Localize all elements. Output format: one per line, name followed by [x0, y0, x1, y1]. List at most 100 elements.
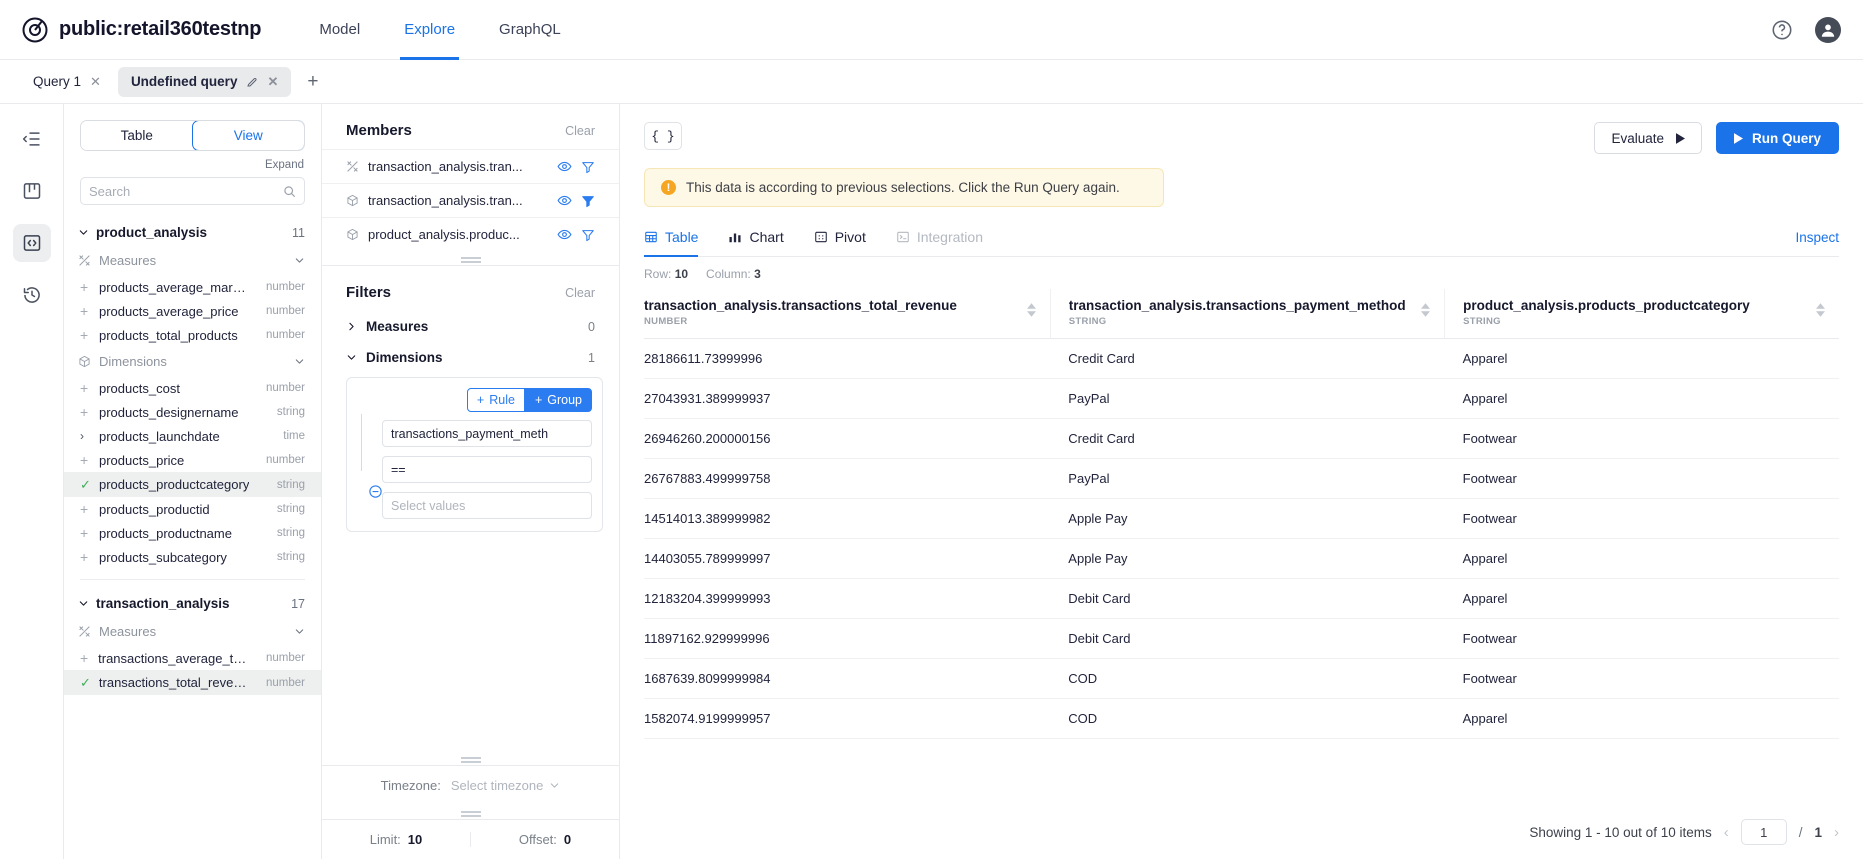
top-bar-actions	[1771, 16, 1841, 43]
page-input[interactable]: 1	[1740, 819, 1787, 845]
chevron-left-icon[interactable]: ‹	[1724, 824, 1729, 841]
eye-icon[interactable]	[557, 159, 572, 174]
close-icon[interactable]: ✕	[267, 75, 278, 88]
group-measures[interactable]: Measures	[64, 617, 321, 646]
nav-explore[interactable]: Explore	[382, 0, 477, 60]
chevron-down-icon	[549, 780, 560, 791]
rule-field-select[interactable]: transactions_payment_meth	[382, 420, 592, 447]
nav-graphql[interactable]: GraphQL	[477, 0, 583, 60]
terminal-icon	[896, 230, 910, 244]
member-row[interactable]: transaction_analysis.tran...	[322, 183, 619, 217]
plus-icon: +	[476, 393, 485, 407]
search-input[interactable]	[89, 183, 277, 199]
member-products-productname[interactable]: + products_productname string	[64, 521, 321, 545]
limit-resize-handle[interactable]	[322, 805, 619, 819]
member-products-price[interactable]: + products_price number	[64, 448, 321, 472]
run-query-button[interactable]: Run Query	[1715, 122, 1839, 154]
column-header-product-category[interactable]: product_analysis.products_productcategor…	[1444, 289, 1839, 339]
table-row: 26767883.499999758 PayPal Footwear	[644, 458, 1839, 499]
chevron-down-icon	[294, 255, 305, 266]
member-products-average-margin[interactable]: + products_average_margin number	[64, 275, 321, 299]
project-name: public:retail360testnp	[59, 18, 262, 40]
query-tab-1[interactable]: Query 1 ✕	[20, 67, 114, 97]
member-label: transactions_total_revenue	[98, 675, 250, 690]
tab-pivot[interactable]: Pivot	[814, 229, 866, 256]
member-products-productcategory[interactable]: ✓ products_productcategory string	[64, 472, 321, 497]
plus-icon: +	[80, 380, 89, 396]
member-transactions-total-revenue[interactable]: ✓ transactions_total_revenue number	[64, 670, 321, 695]
sort-icon[interactable]	[1026, 303, 1036, 317]
group-dimensions[interactable]: Dimensions	[64, 347, 321, 376]
group-measures[interactable]: Measures	[64, 246, 321, 275]
filters-resize-handle[interactable]	[322, 751, 619, 765]
column-header-payment-method[interactable]: transaction_analysis.transactions_paymen…	[1049, 289, 1445, 339]
rule-operator-select[interactable]: ==	[382, 456, 592, 483]
members-clear-button[interactable]: Clear	[565, 124, 595, 138]
filter-icon-active[interactable]	[581, 194, 595, 208]
tab-chart[interactable]: Chart	[728, 229, 784, 256]
limit-field[interactable]: Limit: 10	[322, 832, 470, 847]
member-products-designername[interactable]: + products_designername string	[64, 400, 321, 424]
cell-revenue: 14403055.789999997	[644, 538, 1051, 579]
filter-group-label: Measures	[366, 319, 429, 334]
history-icon[interactable]	[13, 276, 51, 314]
member-row[interactable]: transaction_analysis.tran...	[322, 149, 619, 183]
filter-icon[interactable]	[581, 160, 595, 174]
offset-field[interactable]: Offset: 0	[470, 832, 619, 847]
eye-icon[interactable]	[557, 227, 572, 242]
measures-icon	[78, 254, 91, 267]
inspect-link[interactable]: Inspect	[1795, 230, 1839, 256]
column-header-total-revenue[interactable]: transaction_analysis.transactions_total_…	[644, 289, 1051, 339]
add-group-button[interactable]: + Group	[524, 388, 592, 412]
remove-rule-icon[interactable]	[368, 484, 383, 499]
member-products-cost[interactable]: + products_cost number	[64, 376, 321, 400]
code-icon[interactable]	[12, 224, 51, 262]
brand[interactable]: public:retail360testnp	[22, 17, 262, 43]
evaluate-button[interactable]: Evaluate	[1594, 122, 1702, 154]
sort-icon[interactable]	[1421, 303, 1431, 317]
cell-payment-method: Credit Card	[1050, 338, 1445, 379]
chevron-right-icon[interactable]: ›	[1834, 824, 1839, 841]
member-products-subcategory[interactable]: + products_subcategory string	[64, 545, 321, 569]
sort-icon[interactable]	[1816, 303, 1825, 317]
collapse-sidebar-icon[interactable]	[13, 120, 51, 158]
rule-values-input[interactable]: Select values	[382, 492, 592, 519]
edit-pencil-icon[interactable]	[246, 76, 258, 88]
close-icon[interactable]: ✕	[90, 75, 101, 88]
toggle-view[interactable]: View	[191, 121, 304, 150]
cell-category: Apparel	[1444, 578, 1839, 619]
user-avatar-icon[interactable]	[1815, 16, 1841, 43]
filters-clear-button[interactable]: Clear	[565, 286, 595, 300]
add-query-tab-button[interactable]: +	[295, 72, 330, 91]
filter-icon[interactable]	[581, 228, 595, 242]
member-row[interactable]: product_analysis.produc...	[322, 217, 619, 251]
cube-product-analysis[interactable]: product_analysis 11	[64, 219, 321, 246]
icon-rail	[0, 104, 64, 859]
row-count: Row: 10	[644, 267, 688, 281]
table-row: 1687639.8099999984 COD Footwear	[644, 658, 1839, 699]
toggle-table[interactable]: Table	[81, 121, 193, 150]
filter-group-dimensions[interactable]: Dimensions 1	[322, 342, 619, 373]
member-products-productid[interactable]: + products_productid string	[64, 497, 321, 521]
cube-transaction-analysis[interactable]: transaction_analysis 17	[64, 590, 321, 617]
panel-resize-handle[interactable]	[322, 251, 619, 265]
table-row: 12183204.399999993 Debit Card Apparel	[644, 578, 1839, 619]
member-products-average-price[interactable]: + products_average_price number	[64, 299, 321, 323]
cell-revenue: 1582074.9199999957	[644, 698, 1051, 739]
nav-model[interactable]: Model	[297, 0, 382, 60]
board-icon[interactable]	[13, 172, 51, 210]
add-rule-button[interactable]: + Rule	[466, 388, 525, 412]
query-tab-2[interactable]: Undefined query ✕	[117, 66, 292, 97]
member-products-total-products[interactable]: + products_total_products number	[64, 323, 321, 347]
timezone-select[interactable]: Select timezone	[451, 778, 561, 793]
cell-payment-method: Debit Card	[1050, 578, 1445, 619]
tab-table[interactable]: Table	[644, 229, 699, 257]
eye-icon[interactable]	[557, 193, 572, 208]
member-transactions-average-transaction[interactable]: + transactions_average_tran... number	[64, 646, 321, 670]
json-view-button[interactable]: { }	[644, 122, 682, 150]
filter-group-measures[interactable]: Measures 0	[322, 311, 619, 342]
help-circle-icon[interactable]	[1771, 19, 1793, 41]
search-box[interactable]	[80, 177, 305, 205]
member-products-launchdate[interactable]: › products_launchdate time	[64, 424, 321, 448]
expand-link[interactable]: Expand	[265, 159, 304, 171]
